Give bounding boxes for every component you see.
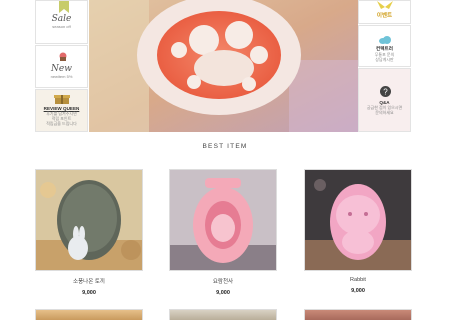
product-price: 9,000 [82, 290, 96, 296]
new-link[interactable]: New newitem 5% [35, 45, 88, 88]
review-line-3: 적립금을 드립니다 [46, 121, 77, 126]
contact-line-2: 상담게시판 [375, 57, 394, 62]
question-icon: ? [380, 86, 391, 97]
product-name[interactable]: 요람천사 [169, 277, 277, 285]
review-queen-link[interactable]: REVIEW QUEEN 후기를 남겨주시면 적립 포인트 적립금을 드립니다 [35, 89, 88, 132]
qa-link[interactable]: ? Q&A 궁금한 점이 있으시면 문의하세요 [358, 68, 411, 132]
product-image-row2[interactable] [304, 309, 412, 320]
product-image[interactable] [304, 169, 412, 271]
cupcake-icon [59, 52, 67, 61]
svg-text:?: ? [383, 88, 388, 97]
product-image-row2[interactable] [35, 309, 143, 320]
sale-link[interactable]: Sale season off [35, 0, 88, 44]
main-banner[interactable] [89, 0, 358, 132]
product-name[interactable]: 소풍나온 토끼 [35, 277, 143, 285]
sale-subtitle: season off [52, 24, 71, 29]
banner-image [89, 0, 358, 132]
product-card[interactable]: Rabbit 9,000 [304, 169, 412, 294]
gift-box-icon [54, 95, 70, 104]
new-title: New [51, 64, 72, 74]
new-subtitle: newitem 5% [50, 74, 73, 79]
event-title: 이벤트 [376, 13, 393, 19]
ribbon-icon [377, 1, 393, 9]
product-price: 9,000 [216, 290, 230, 296]
bookmark-icon [59, 1, 69, 13]
product-card[interactable]: 소풍나온 토끼 9,000 [35, 169, 143, 296]
event-link[interactable]: 이벤트 [358, 0, 411, 24]
product-image[interactable] [169, 169, 277, 271]
product-price: 9,000 [351, 288, 365, 294]
contact-link[interactable]: 컨텍트러 무통포 문의 상담게시판 [358, 25, 411, 67]
right-quick-menu: 이벤트 컨텍트러 무통포 문의 상담게시판 ? Q&A 궁금한 점이 있으시면 … [358, 0, 411, 132]
cloud-icon [379, 36, 391, 44]
left-quick-menu: Sale season off New newitem 5% REVIEW QU… [35, 0, 88, 132]
product-card[interactable]: 요람천사 9,000 [169, 169, 277, 296]
hero-section: Sale season off New newitem 5% REVIEW QU… [0, 0, 450, 132]
best-item-title: BEST ITEM [202, 143, 248, 150]
sale-title: Sale [51, 14, 72, 24]
product-image[interactable] [35, 169, 143, 271]
qa-line-2: 문의하세요 [375, 110, 394, 115]
product-name[interactable]: Rabbit [304, 277, 412, 283]
product-image-row2[interactable] [169, 309, 277, 320]
